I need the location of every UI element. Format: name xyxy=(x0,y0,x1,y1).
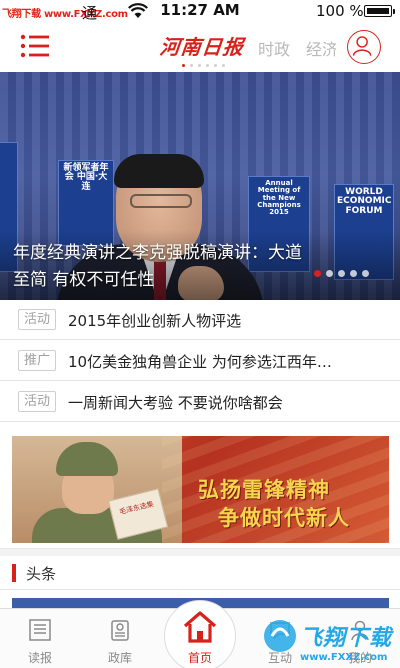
news-tag: 推广 xyxy=(18,350,56,371)
speaker-hair xyxy=(114,154,204,188)
database-icon xyxy=(111,620,129,641)
carousel-dot[interactable] xyxy=(326,270,333,277)
carousel-dot[interactable] xyxy=(314,270,321,277)
tab-home[interactable]: 首页 xyxy=(160,600,240,668)
app-logo[interactable]: 河南日报 xyxy=(158,31,246,60)
tab-politics[interactable]: 时政 xyxy=(258,36,290,60)
page-dot xyxy=(206,64,209,67)
carousel-dot[interactable] xyxy=(350,270,357,277)
menu-icon[interactable] xyxy=(20,33,50,59)
app-header: 河南日报 时政 经济 xyxy=(0,22,400,72)
news-title: 一周新闻大考验 不要说你啥都会 xyxy=(68,394,283,412)
page-dot xyxy=(198,64,201,67)
forum-banner-annual-text: Annual Meeting of the New Champions 2015 xyxy=(257,179,301,217)
battery-percent: 100 % xyxy=(316,2,364,20)
news-title: 2015年创业创新人物评选 xyxy=(68,312,242,330)
news-item[interactable]: 活动 2015年创业创新人物评选 xyxy=(0,300,400,340)
forum-banner-right-text: WORLD ECONOMIC FORUM xyxy=(337,187,392,216)
newspaper-icon xyxy=(29,619,51,641)
news-item[interactable]: 推广 10亿美金独角兽企业 为何参选江西年… xyxy=(0,341,400,381)
tab-economy[interactable]: 经济 xyxy=(306,36,336,60)
section-divider xyxy=(0,548,400,556)
carousel-dot[interactable] xyxy=(338,270,345,277)
section-accent-bar xyxy=(12,564,16,582)
news-tag: 活动 xyxy=(18,391,56,412)
tab-label: 政库 xyxy=(107,651,132,665)
carousel-dots[interactable] xyxy=(314,270,369,277)
watermark-url: www.FXXZ.com xyxy=(300,652,388,663)
home-icon xyxy=(183,611,217,643)
profile-button[interactable] xyxy=(347,30,381,64)
carousel-dot[interactable] xyxy=(362,270,369,277)
user-icon xyxy=(352,36,372,56)
tab-label: 首页 xyxy=(187,651,212,665)
watermark-text: 飞翔下载 xyxy=(300,626,393,651)
section-header: 头条 xyxy=(0,556,400,590)
page-indicator xyxy=(182,64,225,67)
tab-policy-library[interactable]: 政库 xyxy=(90,609,150,668)
page-dot xyxy=(190,64,193,67)
news-item[interactable]: 活动 一周新闻大考验 不要说你啥都会 xyxy=(0,382,400,422)
page-dot xyxy=(222,64,225,67)
news-tag: 活动 xyxy=(18,309,56,330)
news-title: 10亿美金独角兽企业 为何参选江西年… xyxy=(68,353,332,371)
battery-fill xyxy=(366,7,389,14)
speaker-glasses xyxy=(130,194,192,208)
page-dot xyxy=(182,64,185,67)
promo-slogan-2: 争做时代新人 xyxy=(218,506,350,530)
section-title: 头条 xyxy=(26,565,57,583)
promo-banner[interactable]: 毛泽东选集 弘扬雷锋精神 争做时代新人 xyxy=(12,436,389,543)
status-bar: 飞翔下载 www.FXXZ.com 通 11:27 AM 100 % xyxy=(0,0,400,22)
battery-icon xyxy=(364,5,395,17)
promo-slogan-1: 弘扬雷锋精神 xyxy=(198,478,330,502)
tab-label: 读报 xyxy=(27,651,52,665)
page-dot xyxy=(214,64,217,67)
forum-banner-mid-text: 新领军者年会 中国·大连 xyxy=(63,163,109,192)
book-title: 毛泽东选集 xyxy=(118,500,155,517)
hero-caption[interactable]: 年度经典演讲之李克强脱稿演讲：大道至简 有权不可任性 xyxy=(13,240,313,294)
tab-read-paper[interactable]: 读报 xyxy=(10,609,70,668)
